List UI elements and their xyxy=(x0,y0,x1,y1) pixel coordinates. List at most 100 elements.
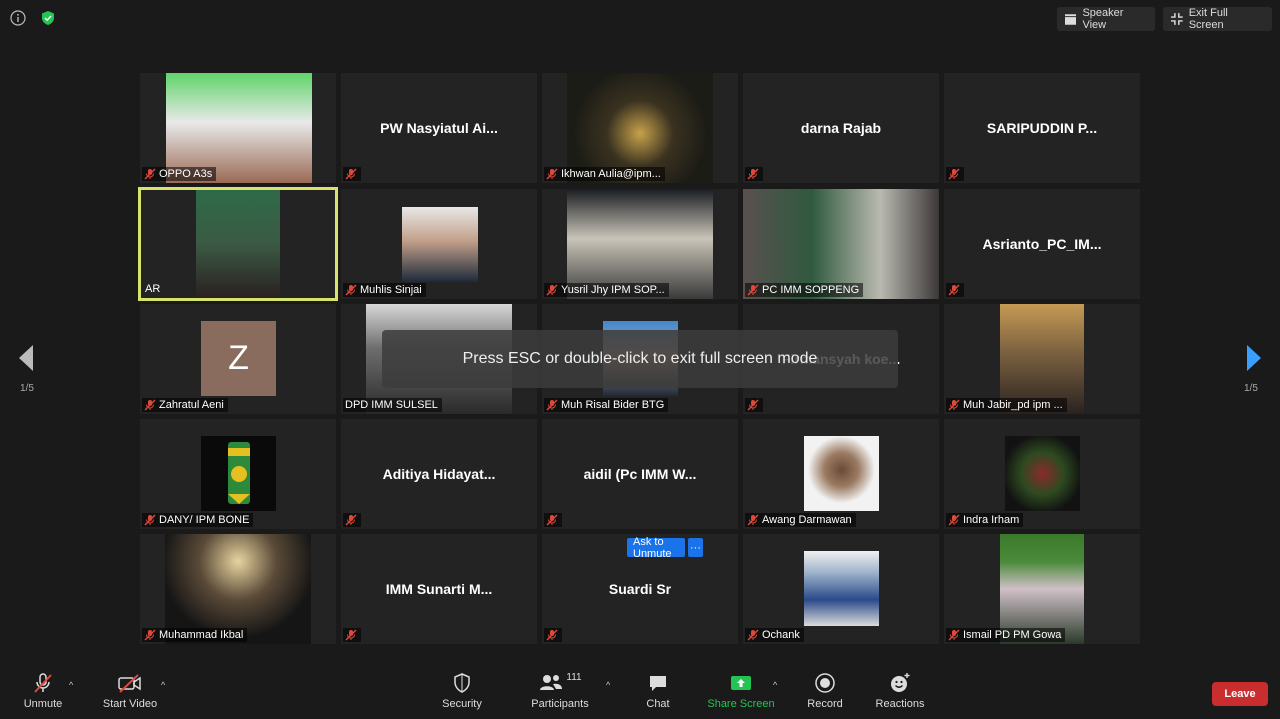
participant-tile[interactable]: SARIPUDDIN P... xyxy=(944,73,1140,183)
unmute-label: Unmute xyxy=(23,697,63,710)
participant-tile[interactable]: darna Rajab xyxy=(743,73,939,183)
participant-tile[interactable]: PW Nasyiatul Ai... xyxy=(341,73,537,183)
participant-label: Awang Darmawan xyxy=(745,513,856,527)
participant-tile[interactable]: DANY/ IPM BONE xyxy=(140,419,336,529)
share-screen-button[interactable]: Share Screen xyxy=(705,662,777,719)
participant-tile[interactable]: PC IMM SOPPENG xyxy=(743,189,939,299)
participant-tile[interactable]: OPPO A3s xyxy=(140,73,336,183)
info-icon[interactable] xyxy=(8,8,28,28)
muted-mic-icon xyxy=(144,514,156,526)
unmute-button[interactable]: Unmute xyxy=(18,662,68,719)
participant-tile[interactable]: Ismail PD PM Gowa xyxy=(944,534,1140,644)
participant-video xyxy=(804,551,879,626)
participant-label: Muh Jabir_pd ipm ... xyxy=(946,398,1067,412)
start-video-label: Start Video xyxy=(102,697,158,710)
muted-mic-icon xyxy=(546,399,558,411)
participant-display-name: Asrianto_PC_IM... xyxy=(982,236,1102,252)
participant-name: Zahratul Aeni xyxy=(159,399,224,411)
participant-label: Ismail PD PM Gowa xyxy=(946,628,1066,642)
participant-name: Muhammad Ikbal xyxy=(159,629,244,641)
muted-mic-icon xyxy=(747,399,759,411)
shield-icon xyxy=(454,672,470,693)
speaker-view-button[interactable]: Speaker View xyxy=(1057,7,1155,31)
participant-name: Ismail PD PM Gowa xyxy=(963,629,1062,641)
participant-label xyxy=(946,167,964,181)
start-video-button[interactable]: Start Video xyxy=(98,662,162,719)
muted-mic-icon xyxy=(948,399,960,411)
participant-tile-active-speaker[interactable]: AR xyxy=(138,187,338,301)
audio-options-chevron-icon[interactable]: ^ xyxy=(69,680,73,690)
security-button[interactable]: Security xyxy=(438,662,486,719)
page-indicator-left: 1/5 xyxy=(20,383,34,394)
muted-mic-icon xyxy=(345,284,357,296)
participant-name: AR xyxy=(145,283,161,295)
muted-mic-icon xyxy=(144,629,156,641)
participants-count: 111 xyxy=(566,671,582,683)
participant-label xyxy=(544,628,562,642)
participant-tile[interactable]: Z Zahratul Aeni xyxy=(140,304,336,414)
participant-label: AR xyxy=(143,282,164,296)
security-label: Security xyxy=(442,697,482,710)
participant-name: Ikhwan Aulia@ipm... xyxy=(561,168,661,180)
participants-options-chevron-icon[interactable]: ^ xyxy=(606,680,610,690)
record-button[interactable]: Record xyxy=(804,662,846,719)
muted-mic-icon xyxy=(345,168,357,180)
muted-mic-icon xyxy=(948,284,960,296)
participant-tile[interactable]: Ikhwan Aulia@ipm... xyxy=(542,73,738,183)
participant-tile[interactable]: IMM Sunarti M... xyxy=(341,534,537,644)
muted-mic-icon xyxy=(144,399,156,411)
participant-label: Ikhwan Aulia@ipm... xyxy=(544,167,665,181)
participant-video xyxy=(402,207,478,282)
participant-label xyxy=(946,283,964,297)
participant-name: Yusril Jhy IPM SOP... xyxy=(561,284,665,296)
exit-full-screen-label: Exit Full Screen xyxy=(1188,7,1228,31)
participant-display-name: Aditiya Hidayat... xyxy=(382,466,496,482)
participant-label xyxy=(745,398,763,412)
fullscreen-toast: Press ESC or double-click to exit full s… xyxy=(382,330,898,388)
participant-tile[interactable]: Asrianto_PC_IM... xyxy=(944,189,1140,299)
more-options-button[interactable]: ··· xyxy=(688,538,703,557)
ask-to-unmute-group: Ask to Unmute ··· xyxy=(627,536,703,560)
share-options-chevron-icon[interactable]: ^ xyxy=(773,680,777,690)
share-screen-label: Share Screen xyxy=(707,697,775,710)
exit-full-screen-button[interactable]: Exit Full Screen xyxy=(1163,7,1272,31)
chat-button[interactable]: Chat xyxy=(638,662,678,719)
participant-label xyxy=(343,628,361,642)
participant-label: DPD IMM SULSEL xyxy=(343,398,442,412)
participant-label: Muhammad Ikbal xyxy=(142,628,248,642)
participant-tile[interactable]: Indra Irham xyxy=(944,419,1140,529)
reactions-button[interactable]: Reactions xyxy=(874,662,926,719)
shield-icon[interactable] xyxy=(38,8,58,28)
video-off-icon xyxy=(118,673,141,693)
participant-tile[interactable]: Muh Jabir_pd ipm ... xyxy=(944,304,1140,414)
participant-tile[interactable]: Aditiya Hidayat... xyxy=(341,419,537,529)
participant-display-name: PW Nasyiatul Ai... xyxy=(380,120,498,136)
participant-label xyxy=(343,513,361,527)
share-screen-icon xyxy=(731,675,751,690)
participants-button[interactable]: 111 Participants xyxy=(528,662,592,719)
muted-mic-icon xyxy=(345,629,357,641)
participant-label xyxy=(745,167,763,181)
leave-button[interactable]: Leave xyxy=(1212,682,1268,706)
next-page-button[interactable] xyxy=(1245,345,1263,376)
participant-video xyxy=(1005,436,1080,511)
participant-label: OPPO A3s xyxy=(142,167,217,181)
participant-tile[interactable]: Yusril Jhy IPM SOP... xyxy=(542,189,738,299)
exit-full-screen-icon xyxy=(1171,13,1183,25)
organization-logo-icon xyxy=(228,442,250,504)
participant-tile[interactable]: Muhlis Sinjai xyxy=(341,189,537,299)
record-label: Record xyxy=(807,697,843,710)
participants-label: Participants xyxy=(531,697,589,710)
video-options-chevron-icon[interactable]: ^ xyxy=(161,680,165,690)
previous-page-button[interactable] xyxy=(17,345,35,376)
ask-to-unmute-button[interactable]: Ask to Unmute xyxy=(627,536,686,560)
participant-tile[interactable]: Awang Darmawan xyxy=(743,419,939,529)
participant-label: Muhlis Sinjai xyxy=(343,283,426,297)
participant-label: DANY/ IPM BONE xyxy=(142,513,254,527)
participant-tile[interactable]: Muhammad Ikbal xyxy=(140,534,336,644)
participant-tile[interactable]: aidil (Pc IMM W... xyxy=(542,419,738,529)
participant-tile[interactable]: Ochank xyxy=(743,534,939,644)
top-bar: Speaker View Exit Full Screen xyxy=(0,0,1280,40)
avatar: Z xyxy=(201,321,276,396)
muted-mic-icon xyxy=(948,514,960,526)
